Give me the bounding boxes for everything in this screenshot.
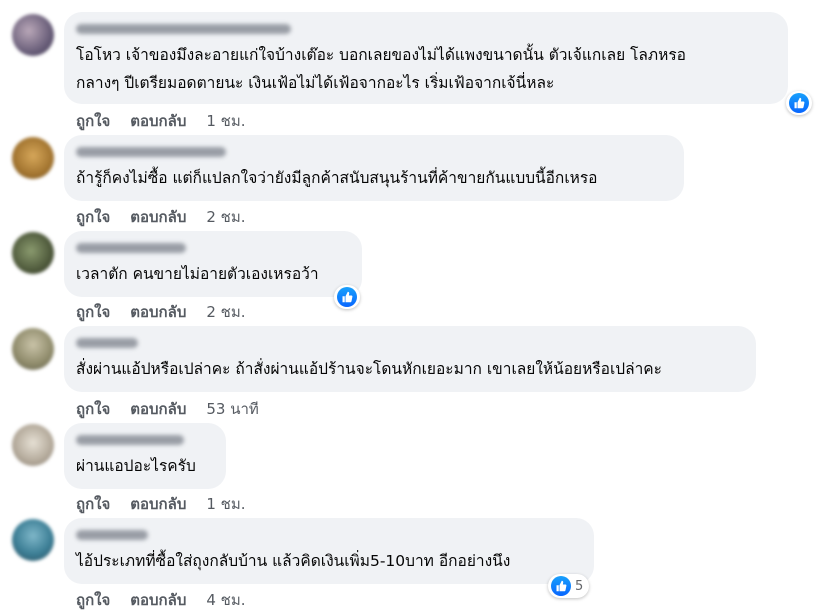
comment-actions: ถูกใจ ตอบกลับ 2 ชม. (76, 300, 246, 324)
avatar[interactable] (12, 424, 54, 466)
avatar[interactable] (12, 137, 54, 179)
commenter-name[interactable] (76, 147, 226, 157)
comment-bubble: ถ้ารู้ก็คงไม่ซื้อ แต่ก็แปลกใจว่ายังมีลูก… (64, 135, 684, 201)
commenter-name[interactable] (76, 435, 184, 445)
reaction-badge[interactable] (334, 285, 360, 309)
avatar[interactable] (12, 328, 54, 370)
reaction-badge[interactable] (786, 91, 812, 115)
comment-actions: ถูกใจ ตอบกลับ 2 ชม. (76, 205, 246, 229)
reaction-count: 5 (575, 578, 584, 594)
reply-link[interactable]: ตอบกลับ (130, 109, 186, 133)
like-icon (551, 576, 571, 596)
like-icon (789, 93, 809, 113)
commenter-name[interactable] (76, 24, 291, 34)
comment-actions: ถูกใจ ตอบกลับ 1 ชม. (76, 492, 246, 516)
commenter-name[interactable] (76, 338, 138, 348)
like-link[interactable]: ถูกใจ (76, 300, 110, 324)
timestamp[interactable]: 1 ชม. (206, 492, 245, 516)
comment-bubble: โอโหว เจ้าของมึงละอายแก่ใจบ้างเต๊อะ บอกเ… (64, 12, 788, 104)
like-link[interactable]: ถูกใจ (76, 397, 110, 421)
comment-actions: ถูกใจ ตอบกลับ 1 ชม. (76, 109, 246, 133)
comment-text: ถ้ารู้ก็คงไม่ซื้อ แต่ก็แปลกใจว่ายังมีลูก… (76, 169, 598, 187)
comment-bubble: ไอ้ประเภทที่ซื้อใส่ถุงกลับบ้าน แล้วคิดเง… (64, 518, 594, 584)
comment-text: สั่งผ่านแอ้ปหรือเปล่าคะ ถ้าสั่งผ่านแอ้ปร… (76, 360, 662, 378)
timestamp[interactable]: 2 ชม. (206, 205, 245, 229)
avatar[interactable] (12, 519, 54, 561)
comment-text: โอโหว เจ้าของมึงละอายแก่ใจบ้างเต๊อะ บอกเ… (76, 46, 686, 92)
reply-link[interactable]: ตอบกลับ (130, 205, 186, 229)
like-icon (337, 287, 357, 307)
reply-link[interactable]: ตอบกลับ (130, 588, 186, 612)
timestamp[interactable]: 2 ชม. (206, 300, 245, 324)
timestamp[interactable]: 4 ชม. (206, 588, 245, 612)
timestamp[interactable]: 53 นาที (206, 397, 258, 421)
comment-bubble: เวลาตัก คนขายไม่อายตัวเองเหรอว้า (64, 231, 362, 297)
comment-text: เวลาตัก คนขายไม่อายตัวเองเหรอว้า (76, 265, 319, 283)
like-link[interactable]: ถูกใจ (76, 588, 110, 612)
comment-bubble: ผ่านแอปอะไรครับ (64, 423, 226, 489)
reply-link[interactable]: ตอบกลับ (130, 397, 186, 421)
like-link[interactable]: ถูกใจ (76, 492, 110, 516)
comment-text: ผ่านแอปอะไรครับ (76, 457, 196, 475)
comment-actions: ถูกใจ ตอบกลับ 4 ชม. (76, 588, 246, 612)
commenter-name[interactable] (76, 530, 148, 540)
reply-link[interactable]: ตอบกลับ (130, 300, 186, 324)
comment-text: ไอ้ประเภทที่ซื้อใส่ถุงกลับบ้าน แล้วคิดเง… (76, 552, 511, 570)
comment-actions: ถูกใจ ตอบกลับ 53 นาที (76, 397, 259, 421)
timestamp[interactable]: 1 ชม. (206, 109, 245, 133)
reply-link[interactable]: ตอบกลับ (130, 492, 186, 516)
avatar[interactable] (12, 14, 54, 56)
comment-bubble: สั่งผ่านแอ้ปหรือเปล่าคะ ถ้าสั่งผ่านแอ้ปร… (64, 326, 756, 392)
like-link[interactable]: ถูกใจ (76, 205, 110, 229)
avatar[interactable] (12, 232, 54, 274)
like-link[interactable]: ถูกใจ (76, 109, 110, 133)
commenter-name[interactable] (76, 243, 186, 253)
reaction-badge[interactable]: 5 (548, 574, 590, 598)
